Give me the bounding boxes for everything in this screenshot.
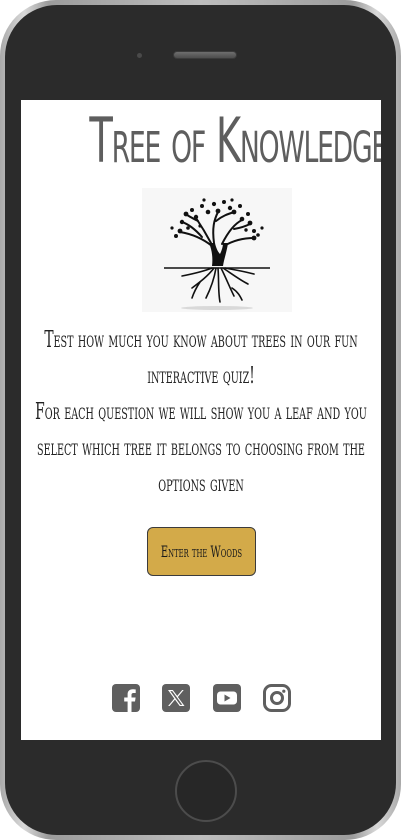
tree-logo — [142, 188, 292, 312]
youtube-icon — [213, 684, 241, 712]
instagram-icon — [263, 684, 291, 712]
x-twitter-link[interactable] — [161, 683, 191, 713]
intro-line-2: For each question we will show you a lea… — [35, 399, 367, 497]
tree-logo-icon — [164, 198, 270, 310]
intro-text: Test how much you know about trees in ou… — [21, 322, 381, 502]
phone-frame: Tree of Knowledge Test how much you know… — [0, 0, 401, 840]
x-twitter-icon — [162, 684, 190, 712]
home-button[interactable] — [175, 760, 237, 822]
earpiece-speaker — [173, 51, 237, 59]
intro-line-1: Test how much you know about trees in ou… — [44, 327, 358, 389]
front-camera — [137, 53, 142, 58]
youtube-link[interactable] — [212, 683, 242, 713]
facebook-link[interactable] — [111, 683, 141, 713]
enter-the-woods-label: Enter the Woods — [160, 541, 243, 561]
facebook-icon — [112, 684, 140, 712]
instagram-link[interactable] — [262, 683, 292, 713]
enter-the-woods-button[interactable]: Enter the Woods — [147, 527, 256, 576]
screen: Tree of Knowledge Test how much you know… — [21, 100, 381, 740]
page-title: Tree of Knowledge — [89, 104, 381, 177]
